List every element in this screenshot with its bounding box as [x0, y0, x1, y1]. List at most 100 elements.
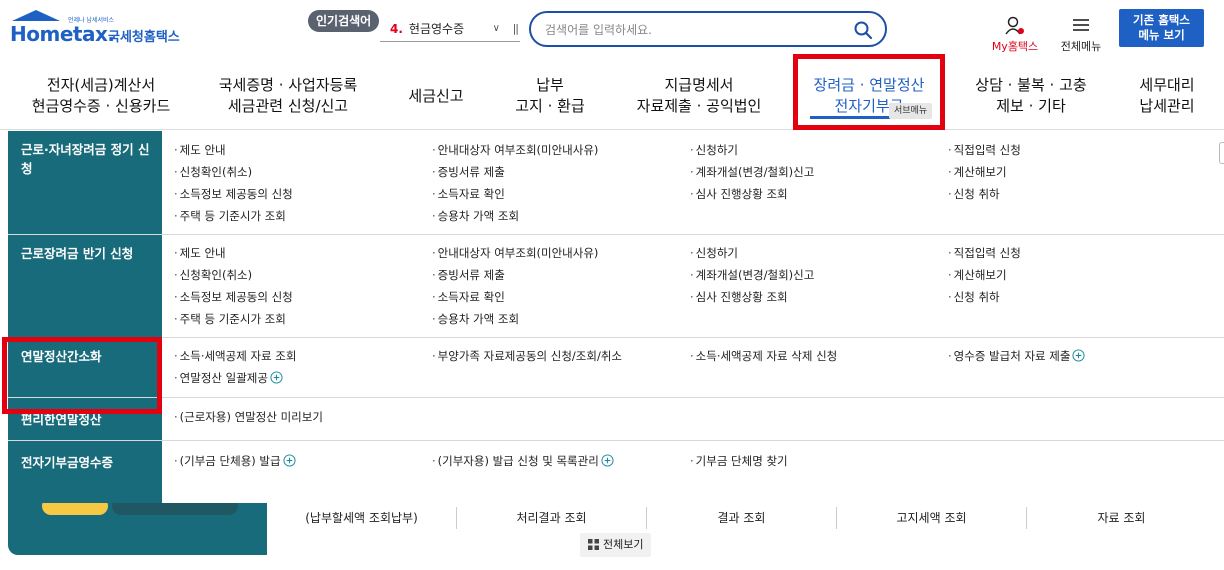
quick-tab[interactable]: 자료 조회 — [1027, 507, 1216, 529]
chevron-down-icon[interactable]: ∨ — [493, 18, 500, 40]
link-item[interactable]: 제도 안내 — [174, 245, 226, 261]
link-item[interactable]: 소득정보 제공동의 신청 — [174, 186, 293, 202]
link-item[interactable]: 신청 취하 — [948, 186, 1000, 202]
mega-row-eitc-semiannual: 근로장려금 반기 신청 제도 안내 안내대상자 여부조회(미안내사유) 신청하기… — [8, 235, 1224, 338]
my-hometax-label: My홈택스 — [991, 40, 1039, 53]
link-item-with-plus[interactable]: (기부자용) 발급 신청 및 목록관리 — [432, 453, 614, 469]
link-item[interactable]: 신청하기 — [690, 142, 738, 158]
link-item[interactable]: 계좌개설(변경/철회)신고 — [690, 164, 815, 180]
mega-row-links: 소득·세액공제 자료 조회 부양가족 자료제공동의 신청/조회/취소 소득·세액… — [162, 338, 1224, 397]
link-item[interactable]: 신청 취하 — [948, 289, 1000, 305]
pause-icon[interactable]: || — [513, 18, 520, 40]
quick-service-bar: (납부할세액 조회납부) 처리결과 조회 결과 조회 고지세액 조회 자료 조회… — [8, 503, 1216, 557]
active-menu-highlight-box — [793, 54, 945, 130]
link-item[interactable]: 소득정보 제공동의 신청 — [174, 289, 293, 305]
search-icon[interactable] — [853, 20, 873, 40]
link-item[interactable]: 계산해보기 — [948, 164, 1007, 180]
link-item[interactable]: 소득·세액공제 자료 삭제 신청 — [690, 348, 838, 364]
gnb-item-tax-certificate[interactable]: 국세증명 · 사업자등록 세금관련 신청/신고 — [205, 62, 371, 130]
link-item[interactable]: 주택 등 기준시가 조회 — [174, 311, 286, 327]
link-item-with-plus[interactable]: (기부금 단체용) 발급 — [174, 453, 296, 469]
mega-row-title[interactable]: 전자기부금영수증 — [8, 441, 162, 504]
mega-menu-panel: 근로·자녀장려금 정기 신청 제도 안내 안내대상자 여부조회(미안내사유) 신… — [8, 131, 1224, 504]
quick-tab[interactable]: 결과 조회 — [647, 507, 837, 529]
side-tab-handle[interactable] — [1219, 142, 1224, 164]
gnb-item-tax-filing[interactable]: 세금신고 — [392, 62, 480, 130]
popular-search-badge: 인기검색어 — [308, 10, 380, 32]
popular-keyword-rotator[interactable]: 4. 현금영수증 ∨ || — [380, 18, 520, 42]
plus-circle-icon[interactable] — [283, 454, 296, 467]
old-menu-view-button[interactable]: 기존 홈택스 메뉴 보기 — [1119, 9, 1204, 47]
toggle-pill-inactive[interactable] — [112, 503, 238, 515]
section-highlight-box — [2, 337, 162, 414]
quick-tab[interactable]: 처리결과 조회 — [457, 507, 647, 529]
link-label: 연말정산 일괄제공 — [179, 371, 268, 385]
link-item[interactable]: 안내대상자 여부조회(미안내사유) — [432, 245, 599, 261]
link-item[interactable]: 주택 등 기준시가 조회 — [174, 208, 286, 224]
link-item[interactable]: 증빙서류 제출 — [432, 267, 505, 283]
link-item[interactable]: 안내대상자 여부조회(미안내사유) — [432, 142, 599, 158]
old-menu-view-label: 기존 홈택스 메뉴 보기 — [1133, 13, 1190, 42]
plus-circle-icon[interactable] — [601, 454, 614, 467]
popular-keyword-text[interactable]: 현금영수증 — [409, 22, 464, 36]
link-item[interactable]: 계산해보기 — [948, 267, 1007, 283]
gnb-item-consultation[interactable]: 상담 · 불복 · 고충 제보 · 기타 — [960, 62, 1102, 130]
hometax-logo[interactable]: 언제나 납세서비스 Hometax. 국세청홈택스 — [10, 10, 190, 50]
link-item[interactable]: 증빙서류 제출 — [432, 164, 505, 180]
gnb-item-payment[interactable]: 납부 고지 · 환급 — [495, 62, 605, 130]
house-roof-icon — [12, 10, 60, 21]
link-item[interactable]: 신청확인(취소) — [174, 164, 252, 180]
plus-circle-icon[interactable] — [270, 371, 283, 384]
popular-keyword-number: 4. — [390, 22, 403, 36]
link-item[interactable]: 직접입력 신청 — [948, 245, 1021, 261]
link-item[interactable]: 부양가족 자료제공동의 신청/조회/취소 — [432, 348, 622, 364]
link-item[interactable]: 심사 진행상황 조회 — [690, 186, 788, 202]
link-item[interactable]: 소득자료 확인 — [432, 186, 505, 202]
link-item[interactable]: 기부금 단체명 찾기 — [690, 453, 788, 469]
link-item[interactable]: (근로자용) 연말정산 미리보기 — [174, 409, 323, 425]
link-item[interactable]: 직접입력 신청 — [948, 142, 1021, 158]
logo-brand: Hometax. — [10, 22, 115, 46]
link-item[interactable]: 심사 진행상황 조회 — [690, 289, 788, 305]
link-label: (기부자용) 발급 신청 및 목록관리 — [437, 454, 599, 468]
link-label: (기부금 단체용) 발급 — [179, 454, 281, 468]
all-menu-button[interactable]: 전체메뉴 — [1056, 16, 1106, 56]
mega-row-e-donation-receipt: 전자기부금영수증 (기부금 단체용) 발급 (기부자용) 발급 신청 및 목록관… — [8, 441, 1224, 504]
link-item[interactable]: 제도 안내 — [174, 142, 226, 158]
search-box — [529, 11, 887, 47]
plus-circle-icon[interactable] — [1072, 349, 1085, 362]
gnb-item-tax-agent[interactable]: 세무대리 납세관리 — [1120, 62, 1214, 130]
mega-row-title[interactable]: 근로장려금 반기 신청 — [8, 235, 162, 337]
mega-row-links: 제도 안내 안내대상자 여부조회(미안내사유) 신청하기 직접입력 신청 신청확… — [162, 235, 1224, 337]
toggle-pill-active[interactable] — [42, 503, 108, 515]
quick-service-tabs: (납부할세액 조회납부) 처리결과 조회 결과 조회 고지세액 조회 자료 조회 — [267, 503, 1216, 537]
search-input[interactable] — [545, 20, 845, 40]
link-item-with-plus[interactable]: 영수증 발급처 자료 제출 — [948, 348, 1085, 364]
mega-row-title[interactable]: 근로·자녀장려금 정기 신청 — [8, 131, 162, 234]
mega-row-eitc-regular: 근로·자녀장려금 정기 신청 제도 안내 안내대상자 여부조회(미안내사유) 신… — [8, 131, 1224, 235]
link-item[interactable]: 소득자료 확인 — [432, 289, 505, 305]
link-item[interactable]: 승용차 가액 조회 — [432, 311, 519, 327]
gnb-item-e-invoice[interactable]: 전자(세금)계산서 현금영수증 · 신용카드 — [18, 62, 184, 130]
logo-korean: 국세청홈택스 — [108, 30, 180, 45]
link-item[interactable]: 신청확인(취소) — [174, 267, 252, 283]
link-item-with-plus[interactable]: 연말정산 일괄제공 — [174, 370, 283, 386]
quick-service-left-panel — [8, 503, 267, 555]
gnb-item-statement-submission[interactable]: 지급명세서 자료제출 · 공익법인 — [622, 62, 776, 130]
link-item[interactable]: 소득·세액공제 자료 조회 — [174, 348, 297, 364]
link-label: 영수증 발급처 자료 제출 — [953, 349, 1071, 363]
view-all-button[interactable]: 전체보기 — [580, 533, 652, 557]
mega-row-convenient-year-end: 편리한연말정산 (근로자용) 연말정산 미리보기 — [8, 398, 1224, 441]
link-item[interactable]: 신청하기 — [690, 245, 738, 261]
view-all-label: 전체보기 — [603, 538, 644, 551]
my-hometax-button[interactable]: My홈택스 — [986, 16, 1044, 56]
quick-tab[interactable]: (납부할세액 조회납부) — [267, 507, 457, 529]
grid-icon — [588, 539, 599, 550]
user-icon — [1005, 16, 1024, 35]
link-item[interactable]: 승용차 가액 조회 — [432, 208, 519, 224]
quick-tab[interactable]: 고지세액 조회 — [837, 507, 1027, 529]
mega-row-links: (근로자용) 연말정산 미리보기 — [162, 398, 1224, 440]
global-navigation: 전자(세금)계산서 현금영수증 · 신용카드 국세증명 · 사업자등록 세금관련… — [0, 62, 1224, 130]
hometax-page: 언제나 납세서비스 Hometax. 국세청홈택스 인기검색어 4. 현금영수증 … — [0, 0, 1224, 570]
link-item[interactable]: 계좌개설(변경/철회)신고 — [690, 267, 815, 283]
